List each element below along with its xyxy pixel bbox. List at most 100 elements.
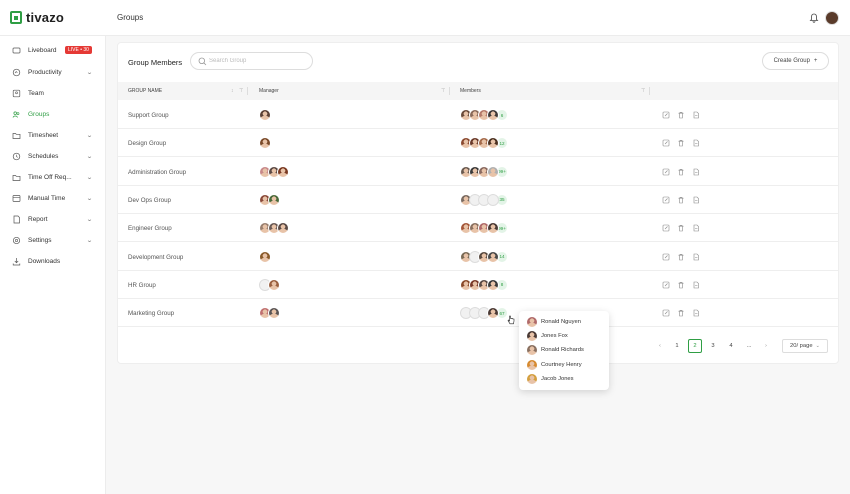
- edit-icon[interactable]: [662, 309, 670, 317]
- edit-icon[interactable]: [662, 111, 670, 119]
- sidebar-item-groups[interactable]: Groups: [0, 106, 106, 122]
- table-row[interactable]: Administration Group 99+: [118, 158, 838, 186]
- sidebar-item-timesheet[interactable]: Timesheet ⌄: [0, 127, 106, 143]
- per-page-select[interactable]: 20/ page ⌄: [782, 339, 828, 353]
- sidebar-item-label: Time Off Req...: [28, 173, 72, 181]
- groups-panel: Group Members Create Group+ GROUP NAME ↕…: [117, 42, 839, 364]
- table-row[interactable]: Marketing Group 67: [118, 299, 838, 328]
- edit-icon[interactable]: [662, 253, 670, 261]
- sidebar-item-manual-time[interactable]: Manual Time ⌄: [0, 190, 106, 206]
- team-icon: [12, 89, 21, 98]
- search-input[interactable]: [209, 56, 305, 66]
- popover-member-name: Jones Fox: [541, 333, 568, 340]
- sidebar-item-schedules[interactable]: Schedules ⌄: [0, 148, 106, 164]
- next-page-icon[interactable]: ›: [760, 339, 772, 353]
- filter-icon[interactable]: ⊤: [641, 88, 645, 94]
- col-members: Members: [460, 88, 481, 94]
- copy-icon[interactable]: [692, 196, 700, 204]
- logo[interactable]: tivazo: [10, 10, 64, 25]
- create-group-button[interactable]: Create Group +: [762, 52, 829, 70]
- group-name: Support Group: [128, 112, 169, 119]
- copy-icon[interactable]: [692, 111, 700, 119]
- member-avatars[interactable]: 6: [460, 109, 508, 121]
- delete-icon[interactable]: [677, 281, 685, 289]
- member-avatars[interactable]: 12: [460, 137, 508, 150]
- row-actions: [662, 168, 700, 176]
- popover-member[interactable]: Ronald Richards: [527, 345, 584, 356]
- hand-cursor-icon: [507, 315, 515, 325]
- sidebar-item-team[interactable]: Team: [0, 85, 106, 101]
- table-row[interactable]: Development Group 14: [118, 243, 838, 271]
- avatar: [527, 373, 537, 384]
- search-box[interactable]: [190, 52, 313, 70]
- filter-icon[interactable]: ⊤: [239, 88, 243, 94]
- member-avatars[interactable]: 67: [460, 307, 508, 320]
- member-avatars[interactable]: 8: [460, 278, 508, 291]
- avatar: [277, 165, 289, 178]
- table-row[interactable]: Dev Ops Group 35: [118, 186, 838, 214]
- column-divider: [449, 87, 450, 95]
- delete-icon[interactable]: [677, 139, 685, 147]
- copy-icon[interactable]: [692, 168, 700, 176]
- table-row[interactable]: HR Group 8: [118, 271, 838, 299]
- table-row[interactable]: Engineer Group 99+: [118, 214, 838, 243]
- page-button[interactable]: 1: [670, 339, 684, 353]
- table-row[interactable]: Design Group 12: [118, 129, 838, 158]
- report-icon: [12, 215, 21, 224]
- app-root: tivazo Groups Liveboard LIVE • 30 Producti…: [0, 0, 850, 494]
- sidebar-item-time-off-req[interactable]: Time Off Req... ⌄: [0, 169, 106, 185]
- sidebar-item-label: Report: [28, 215, 48, 223]
- filter-icon[interactable]: ⊤: [441, 88, 445, 94]
- popover-member[interactable]: Courtney Henry: [527, 359, 582, 370]
- avatar: [487, 250, 499, 263]
- chevron-down-icon: ⌄: [86, 69, 93, 76]
- user-avatar[interactable]: [825, 11, 839, 25]
- member-avatars[interactable]: 35: [460, 193, 508, 206]
- delete-icon[interactable]: [677, 309, 685, 317]
- copy-icon[interactable]: [692, 139, 700, 147]
- member-avatars[interactable]: 14: [460, 250, 508, 263]
- groups-icon: [12, 110, 21, 119]
- delete-icon[interactable]: [677, 253, 685, 261]
- copy-icon[interactable]: [692, 224, 700, 232]
- popover-member[interactable]: Jones Fox: [527, 331, 568, 342]
- edit-icon[interactable]: [662, 281, 670, 289]
- popover-member[interactable]: Ronald Nguyen: [527, 317, 581, 327]
- sidebar-item-liveboard[interactable]: Liveboard LIVE • 30: [0, 42, 106, 58]
- prev-page-icon[interactable]: ‹: [654, 339, 666, 353]
- chevron-down-icon: ⌄: [815, 343, 820, 349]
- copy-icon[interactable]: [692, 253, 700, 261]
- popover-member-name: Ronald Nguyen: [541, 319, 581, 325]
- delete-icon[interactable]: [677, 168, 685, 176]
- sidebar-item-settings[interactable]: Settings ⌄: [0, 232, 106, 248]
- delete-icon[interactable]: [677, 196, 685, 204]
- delete-icon[interactable]: [677, 224, 685, 232]
- avatar: [259, 137, 271, 150]
- copy-icon[interactable]: [692, 281, 700, 289]
- page-ellipsis[interactable]: ...: [742, 339, 756, 353]
- sidebar-item-productivity[interactable]: Productivity ⌄: [0, 64, 106, 80]
- popover-member[interactable]: Jacob Jones: [527, 373, 574, 384]
- page-button[interactable]: 3: [706, 339, 720, 353]
- delete-icon[interactable]: [677, 111, 685, 119]
- member-avatars[interactable]: 99+: [460, 165, 508, 178]
- page-button[interactable]: 4: [724, 339, 738, 353]
- page-button[interactable]: 2: [688, 339, 702, 353]
- edit-icon[interactable]: [662, 168, 670, 176]
- sidebar-item-downloads[interactable]: Downloads: [0, 253, 106, 269]
- member-avatars[interactable]: 99+: [460, 222, 508, 235]
- sidebar-item-report[interactable]: Report ⌄: [0, 211, 106, 227]
- edit-icon[interactable]: [662, 139, 670, 147]
- sidebar-item-label: Timesheet: [28, 131, 59, 139]
- edit-icon[interactable]: [662, 224, 670, 232]
- avatar: [259, 250, 271, 263]
- copy-icon[interactable]: [692, 309, 700, 317]
- table-row[interactable]: Support Group 6: [118, 101, 838, 129]
- edit-icon[interactable]: [662, 196, 670, 204]
- group-name: Development Group: [128, 253, 184, 261]
- sort-icon[interactable]: ↕: [231, 88, 234, 94]
- bell-icon[interactable]: [809, 13, 819, 23]
- group-name: Administration Group: [128, 168, 187, 176]
- col-group-name: GROUP NAME: [128, 88, 163, 94]
- chevron-down-icon: ⌄: [86, 153, 93, 160]
